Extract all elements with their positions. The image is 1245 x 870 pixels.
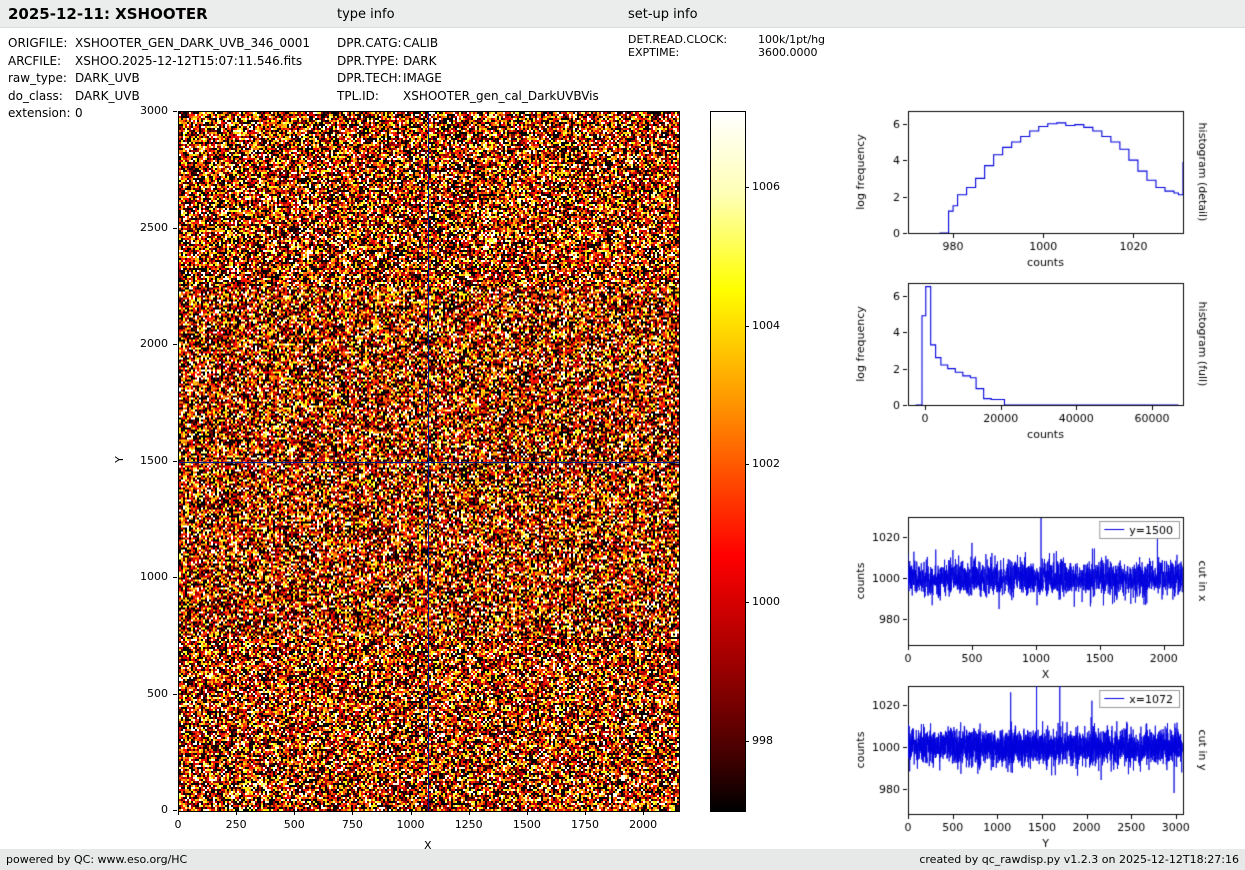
x-tick-mark — [469, 811, 470, 815]
y-tick-mark — [173, 228, 177, 229]
metadata-label: DPR.TECH: — [337, 70, 403, 88]
y-tick-mark — [173, 344, 177, 345]
colorbar-tick-label: 1000 — [752, 595, 780, 608]
x-tick-mark — [352, 811, 353, 815]
colorbar — [710, 111, 746, 812]
metadata-label: do_class: — [8, 88, 75, 106]
metadata-row: raw_type:DARK_UVB — [8, 70, 310, 88]
metadata-label: raw_type: — [8, 70, 75, 88]
metadata-label: DPR.CATG: — [337, 35, 403, 53]
x-tick-label: 1500 — [513, 818, 541, 831]
x-tick-label: 1000 — [397, 818, 425, 831]
metadata-value: 0 — [75, 105, 83, 123]
x-tick-label: 2000 — [629, 818, 657, 831]
metadata-row: ARCFILE:XSHOO.2025-12-12T15:07:11.546.fi… — [8, 53, 310, 71]
metadata-label: TPL.ID: — [337, 88, 403, 106]
cut-in-x-canvas — [850, 508, 1245, 683]
y-axis-label: Y — [113, 456, 126, 463]
colorbar-tick-label: 1002 — [752, 457, 780, 470]
metadata-value: DARK_UVB — [75, 70, 140, 88]
y-tick-label: 500 — [114, 687, 168, 700]
metadata-value: IMAGE — [403, 70, 442, 88]
footer-bar: powered by QC: www.eso.org/HC created by… — [0, 849, 1245, 870]
metadata-label: DPR.TYPE: — [337, 53, 403, 71]
metadata-row: DPR.CATG:CALIB — [337, 35, 599, 53]
metadata-value: 3600.0000 — [758, 46, 818, 59]
y-tick-mark — [173, 810, 177, 811]
metadata-label: DET.READ.CLOCK: — [628, 33, 758, 46]
metadata-label: ORIGFILE: — [8, 35, 75, 53]
metadata-value: CALIB — [403, 35, 438, 53]
y-tick-label: 2500 — [114, 221, 168, 234]
x-tick-mark — [527, 811, 528, 815]
metadata-value: 100k/1pt/hg — [758, 33, 825, 46]
x-tick-mark — [643, 811, 644, 815]
setup-info-heading: set-up info — [628, 7, 698, 22]
x-tick-label: 500 — [284, 818, 305, 831]
metadata-row: ORIGFILE:XSHOOTER_GEN_DARK_UVB_346_0001 — [8, 35, 310, 53]
x-tick-mark — [411, 811, 412, 815]
y-tick-mark — [173, 461, 177, 462]
page-title: 2025-12-11: XSHOOTER — [8, 5, 208, 23]
metadata-value: XSHOOTER_gen_cal_DarkUVBVis — [403, 88, 599, 106]
y-tick-label: 1000 — [114, 570, 168, 583]
metadata-row: DET.READ.CLOCK:100k/1pt/hg — [628, 33, 825, 46]
metadata-value: DARK_UVB — [75, 88, 140, 106]
x-tick-label: 1750 — [571, 818, 599, 831]
y-tick-mark — [173, 694, 177, 695]
y-tick-label: 3000 — [114, 104, 168, 117]
footer-right-text: created by qc_rawdisp.py v1.2.3 on 2025-… — [919, 849, 1239, 870]
x-tick-label: 750 — [342, 818, 363, 831]
metadata-label: extension: — [8, 105, 75, 123]
histogram-full-canvas — [850, 276, 1245, 451]
metadata-row: EXPTIME:3600.0000 — [628, 46, 825, 59]
y-tick-label: 0 — [114, 803, 168, 816]
metadata-value: XSHOO.2025-12-12T15:07:11.546.fits — [75, 53, 302, 71]
metadata-setup-block: DET.READ.CLOCK:100k/1pt/hgEXPTIME:3600.0… — [628, 33, 825, 59]
x-tick-mark — [178, 811, 179, 815]
cut-in-y-canvas — [850, 677, 1245, 852]
metadata-row: DPR.TECH:IMAGE — [337, 70, 599, 88]
footer-left-text: powered by QC: www.eso.org/HC — [6, 849, 187, 870]
metadata-row: do_class:DARK_UVB — [8, 88, 310, 106]
metadata-row: TPL.ID:XSHOOTER_gen_cal_DarkUVBVis — [337, 88, 599, 106]
raw-image-plot — [178, 111, 680, 812]
colorbar-tick-label: 998 — [752, 734, 773, 747]
type-info-heading: type info — [337, 7, 395, 22]
header-bar: 2025-12-11: XSHOOTER type info set-up in… — [0, 0, 1245, 28]
x-tick-label: 250 — [226, 818, 247, 831]
histogram-detail-canvas — [850, 104, 1245, 279]
metadata-row: DPR.TYPE:DARK — [337, 53, 599, 71]
colorbar-tick-label: 1006 — [752, 180, 780, 193]
x-tick-mark — [294, 811, 295, 815]
y-tick-label: 2000 — [114, 337, 168, 350]
y-tick-mark — [173, 577, 177, 578]
metadata-type-block: DPR.CATG:CALIBDPR.TYPE:DARKDPR.TECH:IMAG… — [337, 35, 599, 105]
x-tick-mark — [585, 811, 586, 815]
crosshair-horizontal-line — [179, 462, 679, 463]
metadata-value: DARK — [403, 53, 436, 71]
x-tick-mark — [236, 811, 237, 815]
x-tick-label: 1250 — [455, 818, 483, 831]
colorbar-tick-label: 1004 — [752, 319, 780, 332]
metadata-label: EXPTIME: — [628, 46, 758, 59]
x-tick-label: 0 — [175, 818, 182, 831]
metadata-label: ARCFILE: — [8, 53, 75, 71]
y-tick-mark — [173, 111, 177, 112]
metadata-value: XSHOOTER_GEN_DARK_UVB_346_0001 — [75, 35, 310, 53]
